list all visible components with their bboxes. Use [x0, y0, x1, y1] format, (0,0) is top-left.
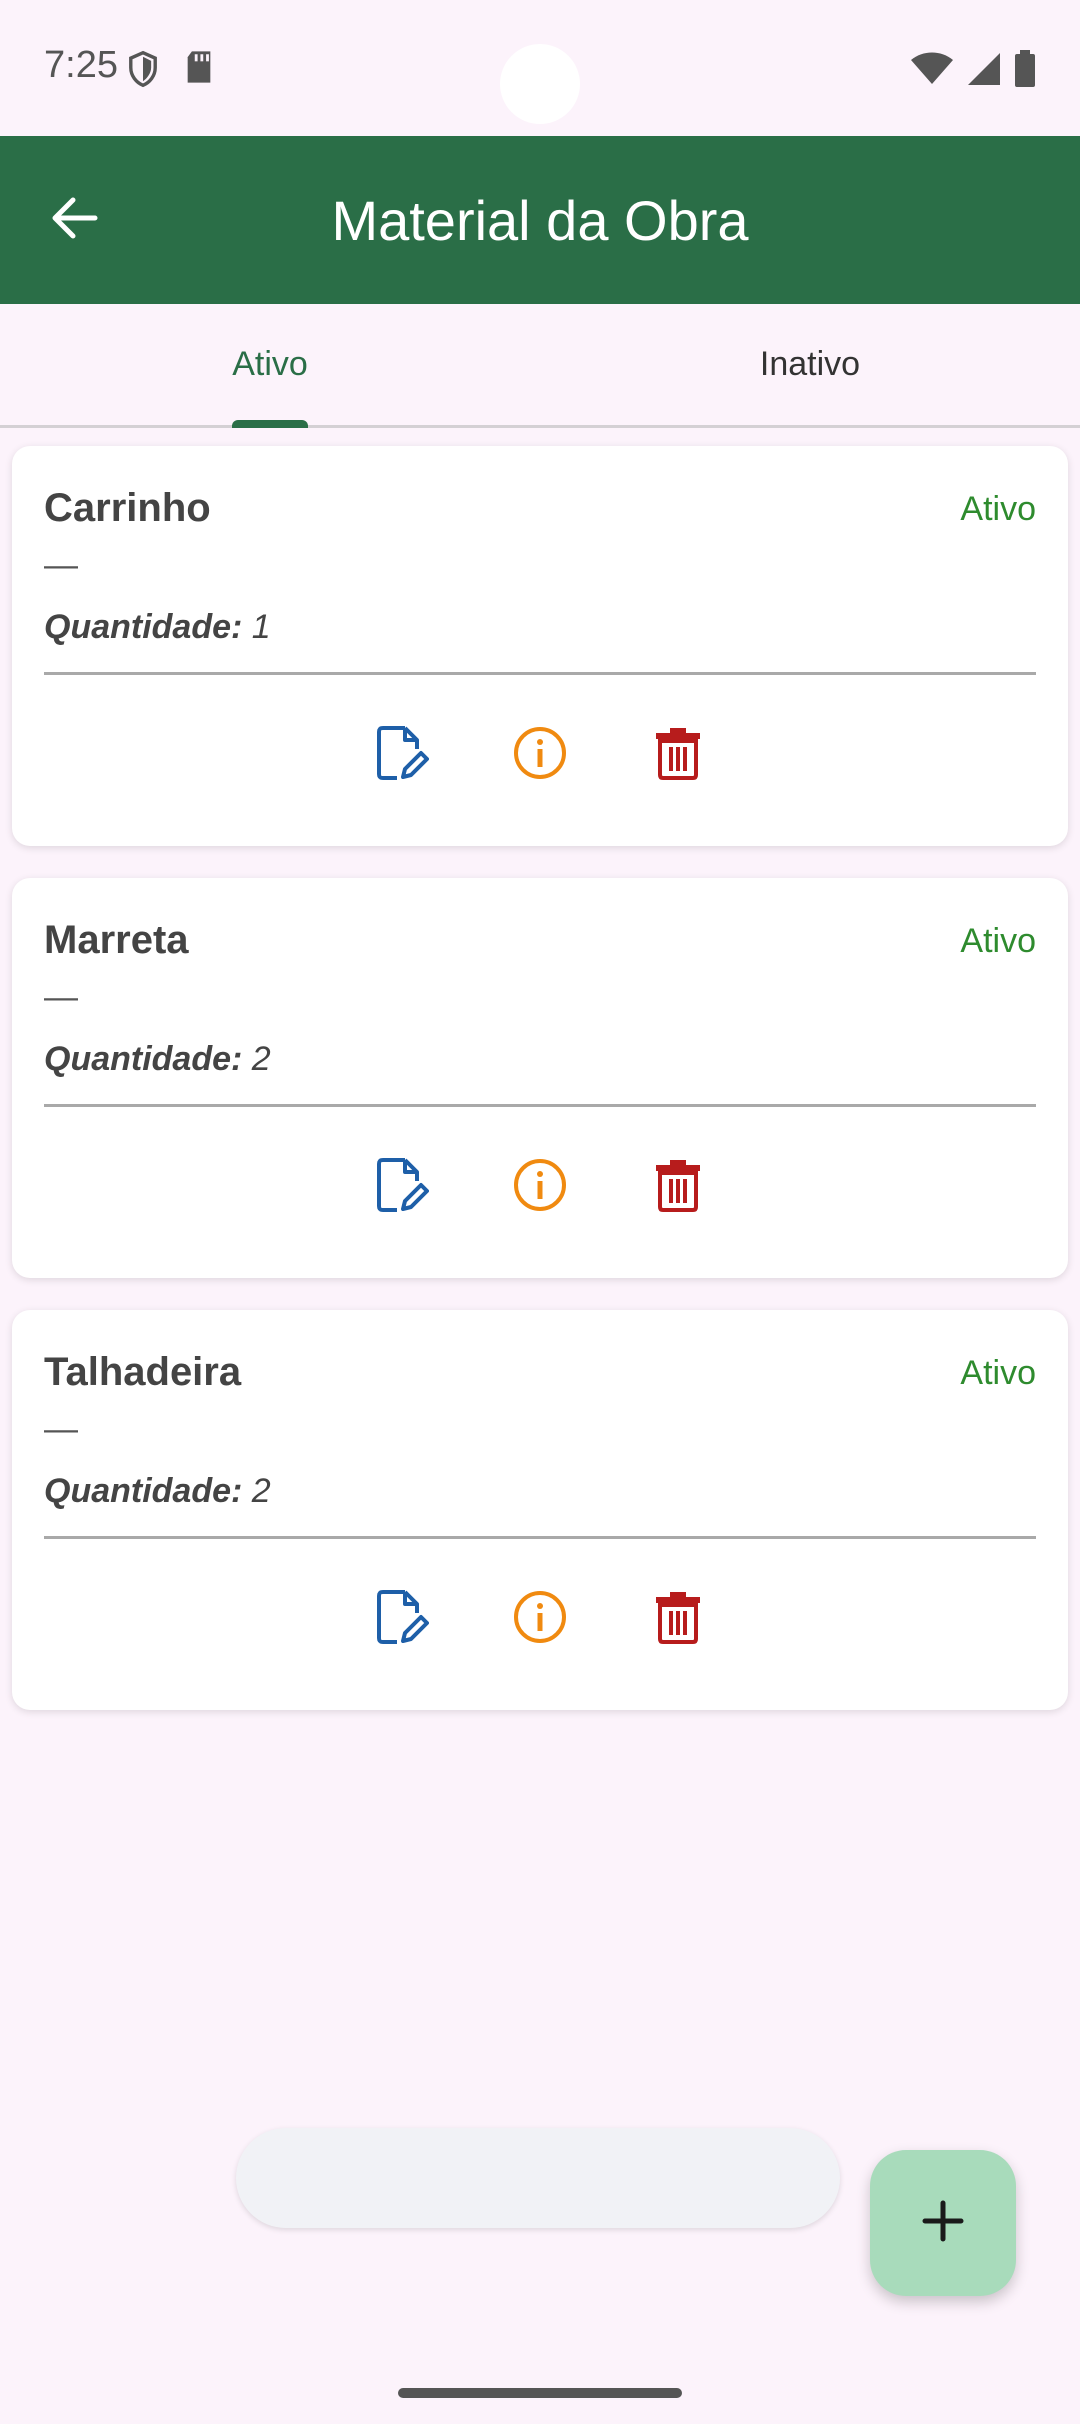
status-bar: 7:25: [0, 0, 1080, 136]
delete-button[interactable]: [649, 726, 707, 784]
info-icon: [512, 725, 568, 786]
quantity-label: Quantidade:: [44, 1472, 243, 1510]
material-description: —: [44, 978, 78, 1016]
tab-ativo[interactable]: Ativo: [0, 304, 540, 428]
status-time: 7:25: [44, 44, 118, 86]
bottom-pill: [236, 2128, 840, 2228]
edit-document-icon: [375, 1589, 429, 1650]
status-badge: Ativo: [960, 922, 1036, 960]
quantity-value: 1: [251, 608, 271, 646]
camera-cutout: [500, 44, 580, 124]
material-card: Marreta Ativo — Quantidade: 2: [12, 878, 1068, 1278]
status-badge: Ativo: [960, 1354, 1036, 1392]
app-bar: Material da Obra: [0, 136, 1080, 304]
quantity-label: Quantidade:: [44, 1040, 243, 1078]
info-button[interactable]: [511, 1158, 569, 1216]
material-description: —: [44, 1410, 78, 1448]
info-button[interactable]: [511, 726, 569, 784]
signal-icon: [966, 51, 1002, 92]
material-name: Talhadeira: [44, 1350, 242, 1394]
material-card: Talhadeira Ativo — Quantidade: 2: [12, 1310, 1068, 1710]
arrow-left-icon: [51, 196, 99, 245]
tab-label: Ativo: [232, 345, 308, 383]
status-badge: Ativo: [960, 490, 1036, 528]
material-card: Carrinho Ativo — Quantidade: 1: [12, 446, 1068, 846]
trash-icon: [655, 726, 701, 785]
plus-icon: [921, 2199, 965, 2248]
edit-document-icon: [375, 725, 429, 786]
home-indicator[interactable]: [398, 2388, 682, 2398]
delete-button[interactable]: [649, 1590, 707, 1648]
tab-indicator: [232, 420, 308, 428]
back-button[interactable]: [40, 185, 110, 255]
quantity-line: Quantidade: 2: [44, 1472, 271, 1511]
material-list: Carrinho Ativo — Quantidade: 1 Marreta A…: [12, 446, 1068, 1742]
tab-label: Inativo: [759, 345, 861, 383]
tab-inativo[interactable]: Inativo: [540, 304, 1080, 425]
quantity-label: Quantidade:: [44, 608, 243, 646]
add-material-button[interactable]: [870, 2150, 1016, 2296]
wifi-icon: [910, 52, 954, 91]
edit-document-icon: [375, 1157, 429, 1218]
delete-button[interactable]: [649, 1158, 707, 1216]
edit-button[interactable]: [373, 1589, 431, 1650]
quantity-value: 2: [251, 1472, 271, 1510]
battery-icon: [1014, 50, 1036, 93]
sd-card-icon: [184, 50, 214, 93]
page-title: Material da Obra: [331, 188, 749, 252]
divider: [44, 1536, 1036, 1539]
shield-icon: [126, 50, 160, 93]
quantity-value: 2: [251, 1040, 271, 1078]
material-name: Carrinho: [44, 486, 211, 530]
quantity-line: Quantidade: 2: [44, 1040, 271, 1079]
edit-button[interactable]: [373, 1157, 431, 1218]
info-icon: [512, 1157, 568, 1218]
info-icon: [512, 1589, 568, 1650]
edit-button[interactable]: [373, 725, 431, 786]
trash-icon: [655, 1158, 701, 1217]
material-name: Marreta: [44, 918, 189, 962]
divider: [44, 672, 1036, 675]
material-description: —: [44, 546, 78, 584]
quantity-line: Quantidade: 1: [44, 608, 271, 647]
trash-icon: [655, 1590, 701, 1649]
info-button[interactable]: [511, 1590, 569, 1648]
divider: [44, 1104, 1036, 1107]
tab-bar: Ativo Inativo: [0, 304, 1080, 428]
